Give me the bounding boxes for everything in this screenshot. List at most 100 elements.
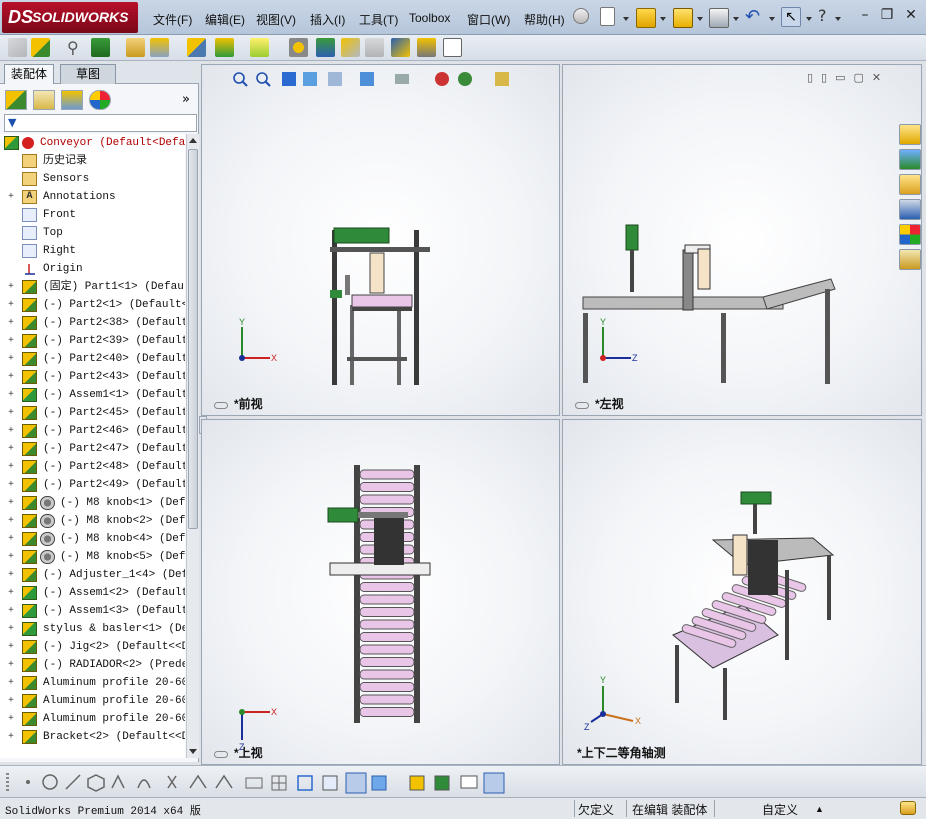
line-icon[interactable] [65,774,81,790]
mate-icon[interactable]: ⚲ [67,38,86,57]
expand-icon[interactable]: + [7,372,15,381]
property-manager-tab-icon[interactable] [33,90,55,110]
mirror-icon[interactable] [215,774,233,789]
units-dropdown-icon[interactable]: ▲ [815,804,824,814]
polygon-icon[interactable] [87,774,105,792]
new-dropdown-icon[interactable] [623,17,629,21]
expand-icon[interactable]: + [7,732,15,741]
appearances-scenes-icon[interactable] [899,224,921,245]
bill-of-materials-icon[interactable] [316,38,335,57]
grid-icon[interactable] [271,775,287,791]
tree-item[interactable]: + (-) Part2<39> (Default< [0,332,185,350]
tree-item[interactable]: + (-) Assem1<3> (Default< [0,602,185,620]
tree-item[interactable]: + (-) M8 knob<5> (Defa [0,548,185,566]
new-motion-study-icon[interactable] [289,38,308,57]
tree-item[interactable]: + A Annotations [0,188,185,206]
expand-panel-chevron-icon[interactable]: » [182,92,190,107]
move-component-icon[interactable] [150,38,169,57]
menu-edit[interactable]: 编辑(E) [205,11,245,28]
trim-icon[interactable] [111,774,125,789]
tree-item[interactable]: + (-) Adjuster_1<4> (Defa [0,566,185,584]
tab-assembly[interactable]: 装配体 [4,64,55,84]
tree-item[interactable]: + Aluminum profile 20-60 [0,710,185,728]
undo-dropdown-icon[interactable] [769,17,775,21]
rebuild-dropdown-icon[interactable] [697,17,703,21]
tree-item[interactable]: + (-) Part2<1> (Default<<D [0,296,185,314]
instant3d-icon[interactable] [443,38,462,57]
menu-toolbox[interactable]: Toolbox [409,11,450,25]
expand-icon[interactable]: + [7,678,15,687]
triangle-view-icon[interactable] [297,775,313,791]
solidworks-resources-icon[interactable] [899,124,921,145]
design-library-icon[interactable] [899,149,921,170]
tree-item[interactable]: + (-) Part2<43> (Default< [0,368,185,386]
tree-item[interactable]: Right [0,242,185,260]
four-view-icon[interactable] [483,772,505,794]
expand-icon[interactable]: + [7,696,15,705]
tree-item[interactable]: + (-) Jig<2> (Default<<De [0,638,185,656]
tree-item[interactable]: + (-) RADIADOR<2> (Predete [0,656,185,674]
tree-item[interactable]: Sensors [0,170,185,188]
wireframe-cube-icon[interactable] [322,775,338,791]
tree-item[interactable]: + (-) Part2<38> (Default< [0,314,185,332]
expand-icon[interactable]: + [7,534,15,543]
tree-item[interactable]: + (-) M8 knob<1> (Defa [0,494,185,512]
undo-icon[interactable]: ↶ [745,8,765,28]
expand-icon[interactable]: + [7,588,15,597]
expand-icon[interactable]: + [7,192,15,201]
tree-item[interactable]: + (-) Part2<47> (Default< [0,440,185,458]
tree-item[interactable]: + (-) Part2<49> (Default< [0,476,185,494]
tree-scroll-thumb[interactable] [188,149,198,529]
expand-icon[interactable]: + [7,354,15,363]
tree-item[interactable]: + Bracket<2> (Default<<De [0,728,185,746]
expand-icon[interactable]: + [7,318,15,327]
expand-icon[interactable]: + [7,714,15,723]
expand-icon[interactable]: + [7,408,15,417]
feature-manager-tab-icon[interactable] [5,90,27,110]
new-document-icon[interactable] [600,7,615,26]
appearance-icon[interactable] [434,775,450,791]
print-dropdown-icon[interactable] [733,17,739,21]
insert-component-icon[interactable] [31,38,50,57]
select-cursor-icon[interactable]: ↖ [781,7,801,27]
tree-item[interactable]: + (-) M8 knob<2> (Defa [0,512,185,530]
rebuild-warning-icon[interactable] [673,8,693,28]
dimension-icon[interactable] [245,777,263,789]
menu-window[interactable]: 窗口(W) [467,11,510,28]
units-selector[interactable]: 自定义 [762,801,798,818]
tree-scrollbar[interactable] [186,134,199,758]
tree-filter-input[interactable]: ▼ [4,114,197,132]
viewport-left[interactable]: ▯▯▭▢✕ Y Z *左视 [562,64,922,416]
single-view-icon[interactable] [460,775,478,789]
clearance-verification-icon[interactable] [417,38,436,57]
tree-item[interactable]: + Aluminum profile 20-60- [0,692,185,710]
tree-item[interactable]: Origin [0,260,185,278]
open-dropdown-icon[interactable] [660,17,666,21]
reference-geometry-icon[interactable] [250,38,269,57]
minimize-window-icon[interactable]: – [857,8,873,24]
expand-icon[interactable]: + [7,282,15,291]
show-hidden-components-icon[interactable] [187,38,206,57]
expand-icon[interactable]: + [7,624,15,633]
menu-view[interactable]: 视图(V) [256,11,296,28]
viewport-front[interactable]: Y X *前视 [201,64,560,416]
expand-icon[interactable]: + [7,642,15,651]
viewport-top[interactable]: Z X *上视 [201,419,560,765]
tree-item[interactable]: + (-) Part2<40> (Default< [0,350,185,368]
tree-item[interactable]: Top [0,224,185,242]
expand-icon[interactable]: + [7,660,15,669]
file-explorer-icon[interactable] [899,174,921,195]
configuration-manager-tab-icon[interactable] [61,90,83,110]
menu-tools[interactable]: 工具(T) [359,11,398,28]
tree-item[interactable]: -Conveyor (Default<Default [0,134,185,152]
offset-icon[interactable] [189,774,207,789]
interference-detection-icon[interactable] [391,38,410,57]
linear-pattern-icon[interactable] [91,38,110,57]
tree-item[interactable]: + (-) Part2<48> (Default< [0,458,185,476]
explode-line-sketch-icon[interactable] [365,38,384,57]
close-window-icon[interactable]: ✕ [903,8,919,24]
print-icon[interactable] [709,8,729,28]
expand-icon[interactable]: + [7,606,15,615]
tree-item[interactable]: + Aluminum profile 20-60- [0,674,185,692]
custom-properties-icon[interactable] [899,249,921,270]
